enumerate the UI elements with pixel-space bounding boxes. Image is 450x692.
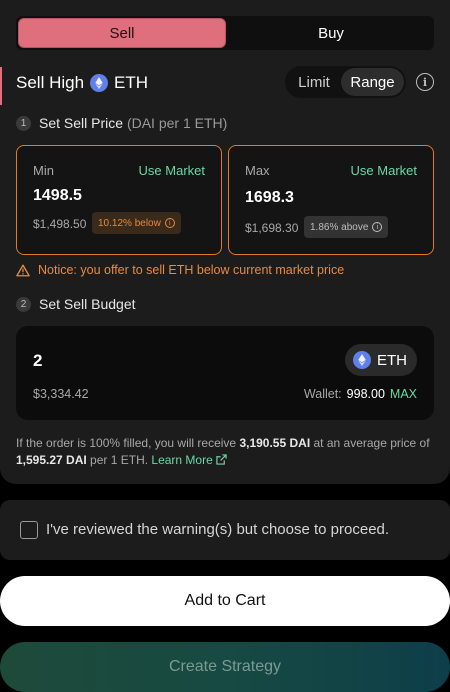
info-icon[interactable]: i	[416, 73, 434, 91]
toggle-limit[interactable]: Limit	[287, 68, 341, 96]
limit-range-toggle: Limit Range	[285, 66, 406, 98]
min-price-input[interactable]: 1498.5	[33, 187, 82, 205]
max-button[interactable]: MAX	[390, 387, 417, 401]
learn-more-text: Learn More	[151, 453, 213, 467]
tab-sell[interactable]: Sell	[18, 18, 226, 48]
min-label: Min	[33, 163, 54, 178]
step-set-sell-budget: 2 Set Sell Budget	[16, 296, 136, 312]
panel-title: Sell High ETH	[16, 72, 148, 94]
average-price: 1,595.27 DAI	[16, 453, 87, 467]
info-icon[interactable]: i	[164, 218, 175, 228]
min-fiat-value: $1,498.50	[33, 217, 87, 231]
max-price-card[interactable]: Max Use Market 1698.3 $1,698.30 1.86% ab…	[228, 145, 434, 255]
wallet-balance: Wallet: 998.00 MAX	[304, 387, 417, 401]
confirmation-text: I've reviewed the warning(s) but choose …	[46, 521, 390, 538]
token-selector[interactable]: ETH	[345, 344, 417, 376]
add-to-cart-button[interactable]: Add to Cart	[0, 576, 450, 626]
tab-buy[interactable]: Buy	[228, 16, 434, 50]
max-price-input[interactable]: 1698.3	[245, 189, 294, 207]
panel-title-text: Sell High	[16, 73, 85, 92]
learn-more-link[interactable]: Learn More	[151, 453, 227, 467]
price-notice: Notice: you offer to sell ETH below curr…	[16, 263, 344, 277]
max-label: Max	[245, 163, 270, 178]
warning-confirmation: I've reviewed the warning(s) but choose …	[0, 500, 450, 560]
min-percent-badge: 10.12% below i	[92, 212, 181, 234]
order-summary: If the order is 100% filled, you will re…	[16, 435, 436, 469]
max-percent-badge: 1.86% above i	[304, 216, 389, 238]
wallet-label: Wallet:	[303, 387, 342, 401]
external-link-icon	[216, 454, 227, 465]
budget-amount-input[interactable]: 2	[33, 351, 42, 371]
min-percent-text: 10.12% below	[98, 217, 161, 229]
create-strategy-button[interactable]: Create Strategy	[0, 642, 450, 692]
summary-text: at an average price of	[310, 436, 430, 450]
max-use-market-button[interactable]: Use Market	[351, 163, 417, 178]
min-use-market-button[interactable]: Use Market	[139, 163, 205, 178]
step-set-sell-price: 1 Set Sell Price (DAI per 1 ETH)	[16, 115, 227, 131]
step-label: Set Sell Budget	[39, 296, 136, 312]
wallet-value: 998.00	[346, 387, 385, 401]
max-fiat-value: $1,698.30	[245, 221, 299, 235]
info-icon[interactable]: i	[372, 222, 383, 232]
proceed-checkbox[interactable]	[20, 521, 38, 539]
step-number: 2	[16, 296, 31, 312]
token-symbol: ETH	[377, 351, 407, 369]
step-number: 1	[16, 115, 31, 131]
notice-text: Notice: you offer to sell ETH below curr…	[38, 263, 345, 277]
min-price-card[interactable]: Min Use Market 1498.5 $1,498.50 10.12% b…	[16, 145, 222, 255]
summary-text: per 1 ETH.	[86, 453, 152, 467]
eth-icon	[90, 74, 109, 92]
max-percent-text: 1.86% above	[310, 221, 369, 233]
step-unit: (DAI per 1 ETH)	[126, 115, 228, 131]
receive-amount: 3,190.55 DAI	[239, 436, 311, 450]
warning-icon	[16, 264, 30, 276]
sell-order-panel: Sell Buy Sell High ETH Limit Range i 1 S…	[0, 0, 450, 484]
step-label: Set Sell Price	[39, 115, 124, 131]
panel-token: ETH	[114, 73, 149, 92]
summary-text: If the order is 100% filled, you will re…	[16, 436, 240, 450]
eth-icon	[353, 351, 371, 369]
sell-accent-bar	[0, 67, 2, 105]
buy-sell-tabs: Sell Buy	[16, 16, 434, 50]
budget-card: 2 ETH $3,334.42 Wallet: 998.00 MAX	[16, 326, 434, 420]
toggle-range[interactable]: Range	[341, 68, 404, 96]
budget-fiat-value: $3,334.42	[33, 387, 89, 401]
